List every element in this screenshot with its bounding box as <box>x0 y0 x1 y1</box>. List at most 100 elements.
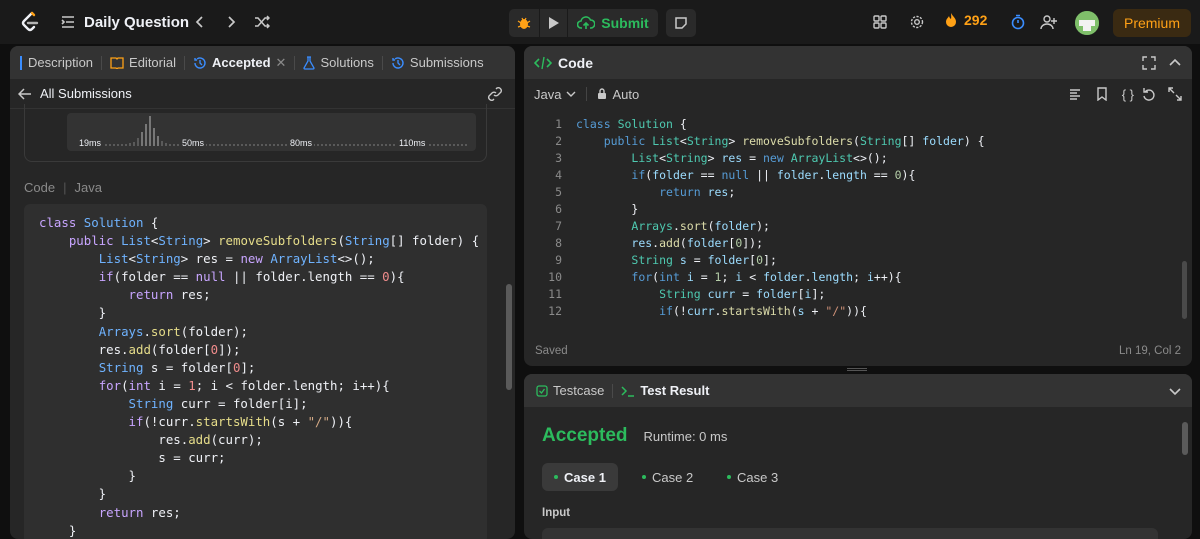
language-value: Java <box>534 86 562 102</box>
histogram-bar <box>461 144 463 146</box>
collapse-icon[interactable] <box>1168 384 1182 398</box>
editor-scrollbar[interactable] <box>1182 261 1187 319</box>
histogram-bar <box>225 144 227 146</box>
histogram-bar <box>441 144 443 146</box>
histogram-bar <box>321 144 323 146</box>
line-number: 7 <box>555 219 562 233</box>
line-number: 4 <box>555 168 562 182</box>
histogram-label: 50ms <box>180 138 207 148</box>
layout-button[interactable] <box>868 10 892 34</box>
tab-accepted[interactable]: Accepted ✕ <box>185 46 294 79</box>
notes-button[interactable] <box>666 9 696 37</box>
next-problem-button[interactable] <box>219 10 243 34</box>
result-status: Accepted <box>542 425 628 446</box>
histogram-bar <box>233 144 235 146</box>
tab-test-result[interactable]: Test Result <box>613 374 717 407</box>
maximize-icon[interactable] <box>1142 55 1156 70</box>
case-2-label: Case 2 <box>652 469 694 485</box>
prev-problem-button[interactable] <box>188 10 212 34</box>
histogram-bar <box>457 144 459 146</box>
submit-button[interactable]: Submit <box>568 9 658 37</box>
histogram-bar <box>433 144 435 146</box>
histogram-bar <box>237 144 239 146</box>
histogram-bar <box>465 144 467 146</box>
braces-icon[interactable]: { } <box>1122 87 1134 102</box>
settings-button[interactable] <box>905 10 929 34</box>
tab-editorial-label: Editorial <box>129 55 176 70</box>
expand-icon[interactable] <box>1168 87 1182 101</box>
tab-solutions[interactable]: Solutions <box>295 46 381 79</box>
language-select[interactable]: Java <box>534 87 576 102</box>
reset-icon[interactable] <box>1142 87 1156 101</box>
streak-counter[interactable]: 292 <box>944 12 987 28</box>
case-1-tab[interactable]: Case 1 <box>542 463 618 491</box>
line-number: 1 <box>555 117 562 131</box>
random-problem-button[interactable] <box>250 10 274 34</box>
code-panel-title: Code <box>558 54 593 71</box>
leetcode-logo[interactable] <box>18 10 42 34</box>
avatar[interactable] <box>1075 11 1099 35</box>
histogram-bar <box>157 136 159 146</box>
all-submissions-link[interactable]: All Submissions <box>40 86 132 101</box>
histogram-bar <box>213 144 215 146</box>
editor-toolbar: Java Auto { } <box>524 79 1192 109</box>
close-tab-icon[interactable]: ✕ <box>276 55 287 71</box>
code-editor[interactable]: class Solution { public List<String> rem… <box>576 116 985 320</box>
histogram-bar <box>117 144 119 146</box>
mode-value: Auto <box>612 86 640 102</box>
tab-testcase[interactable]: Testcase <box>524 374 612 407</box>
line-number: 5 <box>555 185 562 199</box>
histogram-bar <box>357 144 359 146</box>
result-summary: Accepted Runtime: 0 ms <box>542 425 727 447</box>
premium-button[interactable]: Premium <box>1113 9 1191 37</box>
histogram-bar <box>229 144 231 146</box>
histogram-bar <box>365 144 367 146</box>
line-number: 3 <box>555 151 562 165</box>
timer-button[interactable] <box>1006 10 1030 34</box>
collapse-icon[interactable] <box>1168 56 1182 70</box>
debug-button[interactable] <box>509 9 539 37</box>
histogram-bar <box>281 144 283 146</box>
code-panel: Code Java Auto { } 1 2 3 4 5 6 7 8 9 10 11 12 class… <box>524 46 1192 366</box>
run-button[interactable] <box>540 9 567 37</box>
histogram-bar <box>105 144 107 146</box>
bookmark-icon[interactable] <box>1096 87 1108 101</box>
tab-submissions[interactable]: Submissions <box>383 46 492 79</box>
test-scrollbar[interactable] <box>1182 422 1188 455</box>
fire-icon <box>944 12 958 28</box>
format-icon[interactable] <box>1068 87 1082 101</box>
line-number: 11 <box>548 287 562 301</box>
left-scrollbar[interactable] <box>506 284 512 390</box>
histogram-bar <box>345 144 347 146</box>
case-3-tab[interactable]: Case 3 <box>715 463 790 491</box>
histogram-bar <box>257 144 259 146</box>
auto-mode[interactable]: Auto <box>597 87 639 102</box>
link-icon[interactable] <box>487 86 503 102</box>
description-icon <box>20 55 23 70</box>
problem-list-button[interactable]: Daily Question <box>60 10 189 34</box>
code-label: Code <box>24 180 56 195</box>
histogram-bar <box>381 144 383 146</box>
test-panel: Testcase Test Result Accepted Runtime: 0… <box>524 374 1192 539</box>
result-runtime: Runtime: 0 ms <box>643 429 728 444</box>
tab-description[interactable]: Description <box>10 46 101 79</box>
back-arrow-icon[interactable] <box>18 87 32 100</box>
chevron-right-icon <box>224 15 238 29</box>
tab-submissions-label: Submissions <box>409 55 484 70</box>
histogram-bar <box>361 144 363 146</box>
histogram-bar <box>437 144 439 146</box>
save-status: Saved <box>535 345 568 357</box>
histogram-bar <box>265 144 267 146</box>
histogram-bar <box>121 144 123 146</box>
editor-fade <box>524 319 1192 331</box>
streak-count: 292 <box>964 12 988 28</box>
case-2-tab[interactable]: Case 2 <box>630 463 705 491</box>
problem-list-title: Daily Question <box>84 13 190 31</box>
cursor-position: Ln 19, Col 2 <box>1118 345 1181 357</box>
line-number: 10 <box>548 270 562 284</box>
histogram-bar <box>453 144 455 146</box>
invite-button[interactable] <box>1037 10 1061 34</box>
histogram-bar <box>369 144 371 146</box>
panel-resize-handle[interactable] <box>847 368 867 371</box>
tab-editorial[interactable]: Editorial <box>102 46 184 79</box>
